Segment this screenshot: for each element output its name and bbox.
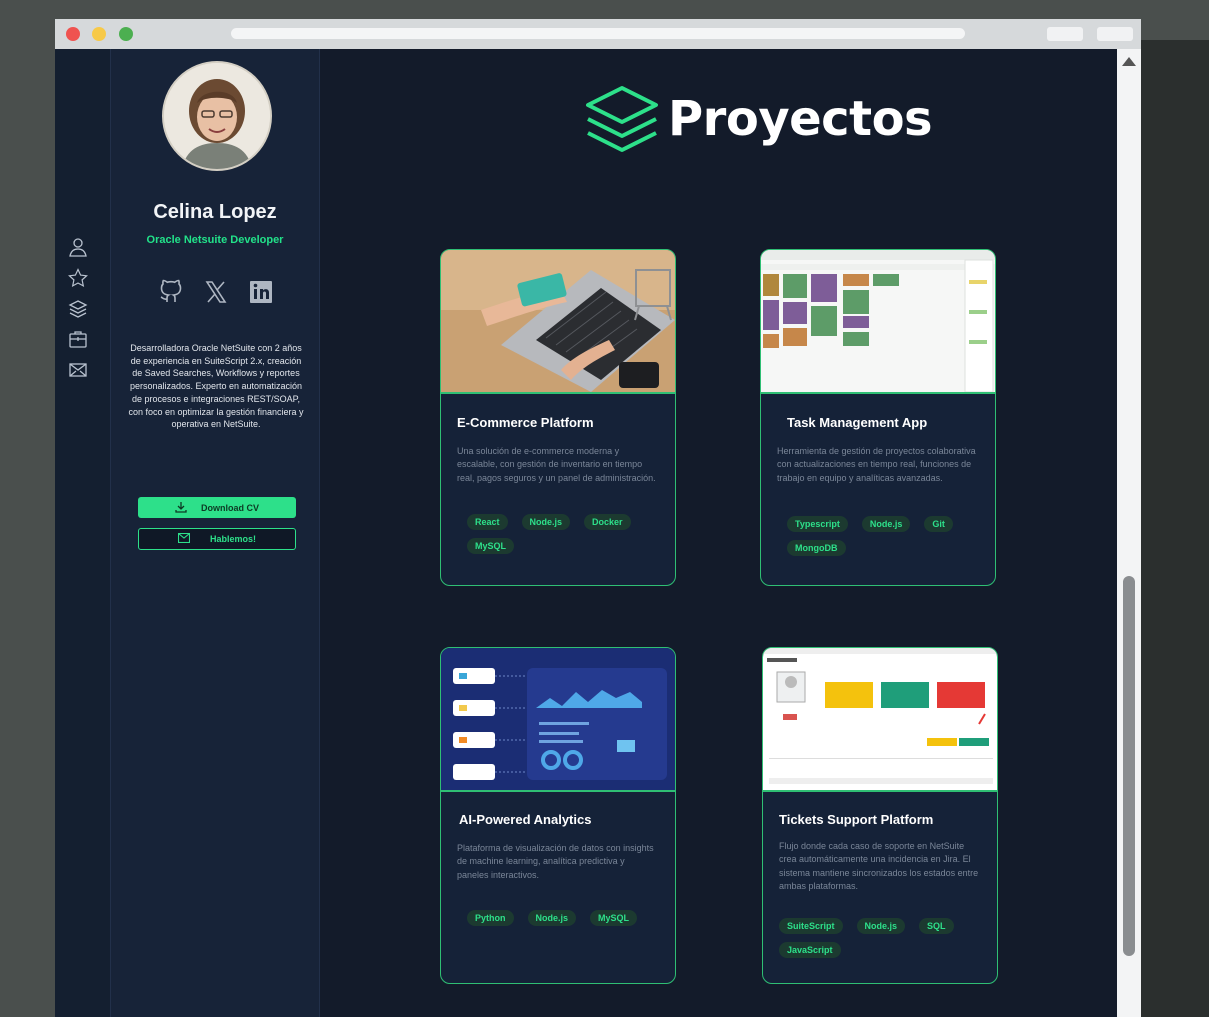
project-image bbox=[441, 648, 675, 792]
layers-icon[interactable] bbox=[68, 299, 88, 319]
project-title: AI-Powered Analytics bbox=[459, 812, 592, 827]
tag-list: React Node.js Docker MySQL bbox=[467, 514, 667, 554]
project-description: Plataforma de visualización de datos con… bbox=[457, 843, 654, 880]
tag-list: Python Node.js MySQL bbox=[467, 910, 667, 926]
tech-tag: MySQL bbox=[467, 538, 515, 554]
tech-tag: Node.js bbox=[861, 516, 911, 532]
tag-list: SuiteScript Node.js SQL JavaScript bbox=[779, 918, 989, 958]
profile-name: Celina Lopez bbox=[153, 201, 277, 223]
project-title: Tickets Support Platform bbox=[779, 812, 934, 827]
project-title: Task Management App bbox=[787, 415, 928, 430]
close-window-button[interactable] bbox=[66, 27, 80, 41]
github-icon[interactable] bbox=[157, 278, 185, 306]
tech-tag: MongoDB bbox=[787, 540, 846, 556]
user-icon[interactable] bbox=[68, 237, 88, 257]
profile-sidebar: Celina Lopez Oracle Netsuite Developer D… bbox=[111, 49, 320, 1017]
main-content: Proyectos E-Commerce Platform Una soluci… bbox=[320, 49, 1117, 1017]
project-image bbox=[763, 648, 997, 792]
tech-tag: Typescript bbox=[787, 516, 848, 532]
briefcase-icon[interactable] bbox=[68, 329, 88, 349]
mail-icon[interactable] bbox=[68, 360, 88, 380]
project-card[interactable]: Tickets Support Platform Flujo donde cad… bbox=[762, 647, 998, 984]
tech-tag: Node.js bbox=[856, 918, 906, 934]
contact-label: Hablemos! bbox=[209, 534, 256, 544]
tech-tag: Git bbox=[924, 516, 953, 532]
x-icon[interactable] bbox=[202, 278, 230, 306]
profile-role: Oracle Netsuite Developer bbox=[146, 234, 284, 246]
tech-tag: Docker bbox=[584, 514, 631, 530]
download-icon bbox=[175, 501, 187, 515]
page-title: Proyectos bbox=[668, 91, 933, 147]
project-card[interactable]: E-Commerce Platform Una solución de e-co… bbox=[440, 249, 676, 586]
project-description: Herramienta de gestión de proyectos cola… bbox=[777, 446, 976, 483]
vertical-scrollbar[interactable] bbox=[1117, 49, 1141, 1017]
title-bar bbox=[55, 19, 1141, 49]
project-image bbox=[441, 250, 675, 394]
project-description: Una solución de e-commerce moderna y esc… bbox=[457, 446, 656, 483]
avatar bbox=[162, 61, 272, 171]
project-card[interactable]: Task Management App Herramienta de gesti… bbox=[760, 249, 996, 586]
download-cv-label: Download CV bbox=[201, 502, 259, 513]
toolbar-button[interactable] bbox=[1097, 27, 1133, 41]
star-icon[interactable] bbox=[68, 268, 88, 288]
tech-tag: JavaScript bbox=[779, 942, 841, 958]
address-bar[interactable] bbox=[231, 28, 965, 39]
browser-window: Celina Lopez Oracle Netsuite Developer D… bbox=[55, 19, 1141, 1017]
project-title: E-Commerce Platform bbox=[457, 415, 594, 430]
icon-nav-rail bbox=[55, 49, 111, 1017]
layers-logo-icon bbox=[584, 84, 660, 158]
tech-tag: SQL bbox=[919, 918, 954, 934]
tag-list: Typescript Node.js Git MongoDB bbox=[787, 516, 987, 556]
scroll-up-arrow-icon[interactable] bbox=[1122, 57, 1136, 66]
maximize-window-button[interactable] bbox=[119, 27, 133, 41]
scroll-thumb[interactable] bbox=[1123, 576, 1135, 956]
linkedin-icon[interactable] bbox=[247, 278, 275, 306]
project-card[interactable]: AI-Powered Analytics Plataforma de visua… bbox=[440, 647, 676, 984]
project-description: Flujo donde cada caso de soporte en NetS… bbox=[779, 841, 979, 891]
tech-tag: React bbox=[467, 514, 508, 530]
contact-button[interactable]: Hablemos! bbox=[138, 528, 296, 550]
window-shadow bbox=[1140, 40, 1209, 1017]
tech-tag: Node.js bbox=[521, 514, 571, 530]
minimize-window-button[interactable] bbox=[92, 27, 106, 41]
download-cv-button[interactable]: Download CV bbox=[138, 497, 296, 518]
toolbar-button[interactable] bbox=[1047, 27, 1083, 41]
mail-icon bbox=[177, 532, 191, 545]
tech-tag: Node.js bbox=[527, 910, 577, 926]
project-image bbox=[761, 250, 995, 394]
tech-tag: Python bbox=[467, 910, 514, 926]
social-links bbox=[157, 277, 275, 307]
tech-tag: SuiteScript bbox=[779, 918, 843, 934]
tech-tag: MySQL bbox=[590, 910, 638, 926]
profile-bio: Desarrolladora Oracle NetSuite con 2 año… bbox=[128, 343, 304, 430]
